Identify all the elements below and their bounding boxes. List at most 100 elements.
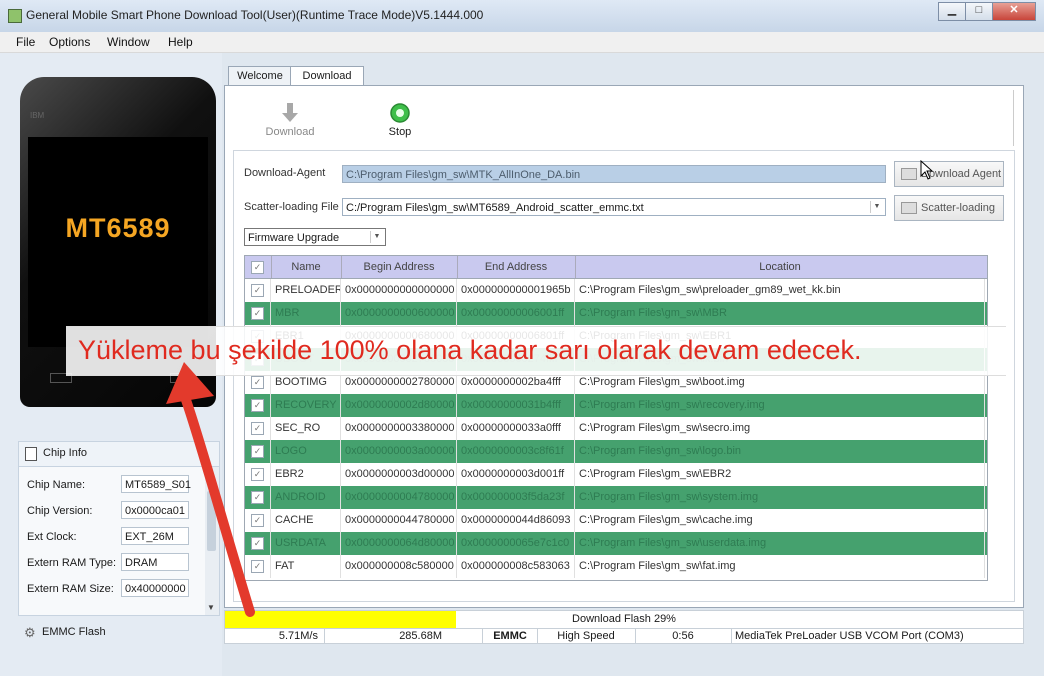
menu-help[interactable]: Help [168,35,193,49]
table-cell-end: 0x0000000003d001ff [457,463,575,486]
stop-button-label: Stop [388,126,412,138]
chip-info-icon [25,447,37,461]
checkbox-icon[interactable]: ✓ [251,376,264,389]
table-cell-location: C:\Program Files\gm_sw\system.img [575,486,985,509]
mode-select[interactable]: Firmware Upgrade ▼ [244,228,386,246]
table-cell-location: C:\Program Files\gm_sw\secro.img [575,417,985,440]
table-cell-begin: 0x0000000003a00000 [341,440,457,463]
checkbox-icon[interactable]: ✓ [251,537,264,550]
menu-file[interactable]: File [16,35,35,49]
tab-download[interactable]: Download [290,66,364,87]
row-checkbox-cell[interactable]: ✓ [245,532,271,555]
row-checkbox-cell[interactable]: ✓ [245,279,271,302]
table-cell-end: 0x00000000006001ff [457,302,575,325]
checkbox-icon[interactable]: ✓ [251,422,264,435]
checkbox-icon[interactable]: ✓ [251,468,264,481]
table-row[interactable]: ✓ RECOVERY 0x0000000002d80000 0x00000000031… [245,394,987,417]
emmc-flash-label: EMMC Flash [42,626,106,638]
table-row[interactable]: ✓ LOGO 0x0000000003a00000 0x0000000003c8f61… [245,440,987,463]
scatter-loading-button-label: Scatter-loading [921,202,995,214]
table-cell-name: FAT [271,555,341,578]
table-row[interactable]: ✓ ANDROID 0x0000000004780000 0x000000003f5d… [245,486,987,509]
table-cell-end: 0x0000000065e7c1c0 [457,532,575,555]
scatter-loading-button[interactable]: Scatter-loading [894,195,1004,221]
row-checkbox-cell[interactable]: ✓ [245,509,271,532]
scatter-file-path: C:/Program Files\gm_sw\MT6589_Android_sc… [346,202,644,214]
chip-label: Ext Clock: [27,531,77,543]
emmc-flash-section[interactable]: ⚙ EMMC Flash [18,621,218,643]
close-button[interactable]: ✕ [992,2,1036,21]
row-checkbox-cell[interactable]: ✓ [245,440,271,463]
row-checkbox-cell[interactable]: ✓ [245,486,271,509]
table-row[interactable]: ✓ SEC_RO 0x0000000003380000 0x00000000033a0… [245,417,987,440]
table-cell-location: C:\Program Files\gm_sw\userdata.img [575,532,985,555]
table-cell-location: C:\Program Files\gm_sw\EBR2 [575,463,985,486]
checkbox-icon[interactable]: ✓ [251,514,264,527]
checkbox-icon[interactable]: ✓ [251,307,264,320]
scatter-file-select[interactable]: C:/Program Files\gm_sw\MT6589_Android_sc… [342,198,886,216]
chip-row: Chip Name: MT6589_S01 [27,475,217,495]
checkbox-icon[interactable]: ✓ [251,284,264,297]
title-bar: General Mobile Smart Phone Download Tool… [0,0,1044,33]
chip-value: EXT_26M [121,527,189,545]
table-cell-name: ANDROID [271,486,341,509]
folder-icon [901,202,917,214]
column-header: Name [271,256,342,278]
scrollbar-thumb[interactable] [207,491,216,551]
maximize-button[interactable]: □ [965,2,993,21]
row-checkbox-cell[interactable]: ✓ [245,417,271,440]
table-row[interactable]: ✓ FAT 0x000000008c580000 0x000000008c583063… [245,555,987,578]
download-agent-label: Download-Agent [244,167,326,179]
minimize-button[interactable]: ▁ [938,2,966,21]
chip-info-header[interactable]: Chip Info [18,441,220,467]
download-agent-path[interactable]: C:\Program Files\gm_sw\MTK_AllInOne_DA.b… [342,165,886,183]
stop-button[interactable]: Stop [365,102,435,138]
chip-value: DRAM [121,553,189,571]
table-cell-location: C:\Program Files\gm_sw\MBR [575,302,985,325]
download-form: Download-Agent C:\Program Files\gm_sw\MT… [233,150,1015,602]
table-cell-end: 0x0000000044d86093 [457,509,575,532]
chip-label: Chip Name: [27,479,86,491]
com-port: MediaTek PreLoader USB VCOM Port (COM3) [735,630,964,642]
progress-bar: Download Flash 29% [225,611,1023,629]
menu-options[interactable]: Options [49,35,90,49]
chip-label: Chip Version: [27,505,93,517]
select-all-column[interactable]: ✓ [245,256,272,278]
table-row[interactable]: ✓ MBR 0x0000000000600000 0x00000000006001ff… [245,302,987,325]
row-checkbox-cell[interactable]: ✓ [245,463,271,486]
checkbox-icon[interactable]: ✓ [251,491,264,504]
checkbox-icon[interactable]: ✓ [251,399,264,412]
table-row[interactable]: ✓ PRELOADER 0x0000000000000000 0x0000000000… [245,279,987,302]
chip-info-panel: Chip Name: MT6589_S01 Chip Version: 0x00… [18,466,220,616]
checkbox-icon[interactable]: ✓ [251,560,264,573]
table-header: ✓ Name Begin Address End Address Locatio… [245,256,987,279]
table-cell-begin: 0x0000000002d80000 [341,394,457,417]
progress-text: Download Flash 29% [572,613,676,625]
table-cell-end: 0x00000000031b4fff [457,394,575,417]
chip-info-scrollbar[interactable]: ▼ [205,467,219,615]
table-row[interactable]: ✓ EBR2 0x0000000003d00000 0x0000000003d001f… [245,463,987,486]
app-icon [8,9,22,23]
table-cell-end: 0x00000000033a0fff [457,417,575,440]
tab-welcome[interactable]: Welcome [228,66,292,86]
download-agent-button-label: Download Agent [921,168,1002,180]
table-cell-begin: 0x000000008c580000 [341,555,457,578]
mode-value: Firmware Upgrade [248,232,340,244]
chip-label: Extern RAM Type: [27,557,117,569]
download-button[interactable]: Download [255,102,325,138]
scatter-file-label: Scatter-loading File [244,201,339,213]
menu-window[interactable]: Window [107,35,150,49]
checkbox-icon[interactable]: ✓ [251,261,264,274]
stop-icon [390,103,410,123]
table-row[interactable]: ✓ USRDATA 0x0000000064d80000 0x0000000065e7… [245,532,987,555]
table-row[interactable]: ✓ CACHE 0x0000000044780000 0x0000000044d860… [245,509,987,532]
table-cell-name: CACHE [271,509,341,532]
table-cell-begin: 0x0000000000600000 [341,302,457,325]
row-checkbox-cell[interactable]: ✓ [245,394,271,417]
row-checkbox-cell[interactable]: ✓ [245,302,271,325]
checkbox-icon[interactable]: ✓ [251,445,264,458]
scroll-down-icon[interactable]: ▼ [207,603,215,612]
download-agent-button[interactable]: Download Agent [894,161,1004,187]
row-checkbox-cell[interactable]: ✓ [245,555,271,578]
storage-type: EMMC [483,629,538,644]
